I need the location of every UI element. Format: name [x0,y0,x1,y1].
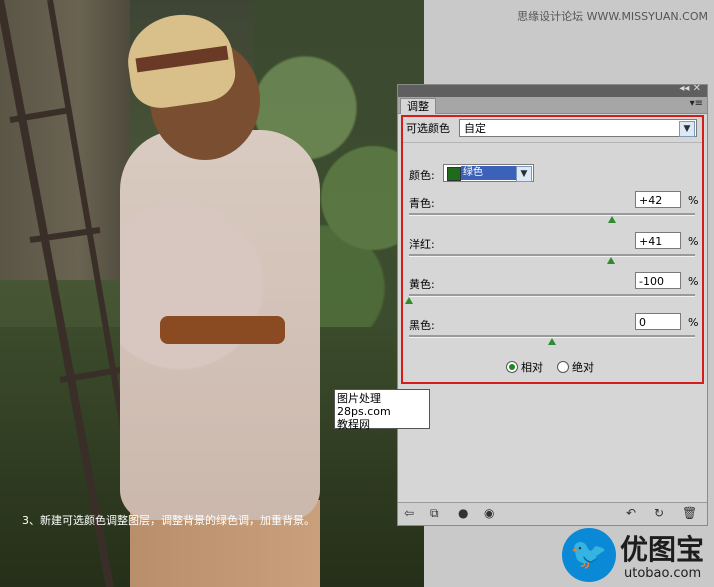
bird-logo-icon: 🐦 [562,528,616,582]
panel-window-controls[interactable]: ◂◂ ✕ [679,83,701,94]
divider [403,142,702,143]
tooltip-line: 图片处理 [337,392,381,405]
radio-selected-icon[interactable] [506,361,518,373]
preset-dropdown[interactable]: 自定 ▼ [459,119,697,137]
chevron-down-icon[interactable]: ▼ [679,121,695,137]
photo-belt [160,316,285,344]
colors-value: 绿色 [461,166,517,180]
slider-magenta: 洋红: +41 % [409,232,699,268]
radio-relative-label: 相对 [521,361,543,374]
photo-ladder [0,0,120,587]
preset-value: 自定 [464,122,486,135]
eye-icon[interactable]: ◉ [484,506,494,520]
tooltip-watermark: 图片处理 28ps.com 教程网 [334,389,430,431]
slider-track[interactable] [409,213,695,216]
selective-color-highlight: 可选颜色 自定 ▼ 颜色: 绿色 ▼ 青色: +42 % 洋红: +41 % 黄… [334,115,704,431]
radio-relative[interactable]: 相对 [506,361,543,374]
colors-label: 颜色: [409,169,435,182]
panel-titlebar: ◂◂ ✕ [398,83,707,97]
slider-knob[interactable] [606,257,615,264]
colors-dropdown[interactable]: 绿色 ▼ [443,164,534,182]
slider-label: 黄色: [409,278,435,291]
color-swatch [447,167,461,181]
slider-value-input[interactable]: -100 [635,272,681,289]
slider-black: 黑色: 0 % [409,313,699,349]
logo-text: 优图宝 [620,533,705,566]
panel-menu-icon[interactable]: ▾≡ [690,98,703,109]
logo-url: utobao.com [624,566,702,581]
radio-absolute-label: 绝对 [572,361,594,374]
tab-adjustments[interactable]: 调整 [400,98,436,114]
site-watermark: 思缘设计论坛 WWW.MISSYUAN.COM [517,10,708,23]
slider-label: 青色: [409,197,435,210]
back-arrow-icon[interactable]: ⇦ [404,506,414,520]
slider-cyan: 青色: +42 % [409,191,699,227]
percent-unit: % [688,235,699,248]
radio-unselected-icon[interactable] [557,361,569,373]
slider-value-input[interactable]: +42 [635,191,681,208]
previous-state-icon[interactable]: ↶ [626,506,636,520]
adjustments-panel: ◂◂ ✕ 调整 ▾≡ 可选颜色 自定 ▼ 颜色: 绿色 ▼ 青色: +42 % … [334,83,708,526]
background-photo: 3、新建可选颜色调整图层，调整背景的绿色调，加重背景。 [0,0,424,587]
method-radio-group: 相对 绝对 [506,359,594,375]
mode-label: 可选颜色 [406,122,450,135]
slider-knob[interactable] [405,297,413,304]
photo-caption: 3、新建可选颜色调整图层，调整背景的绿色调，加重背景。 [22,514,315,527]
percent-unit: % [688,275,699,288]
percent-unit: % [688,194,699,207]
trash-icon[interactable]: 🗑 [682,506,697,520]
tooltip-line: 教程网 [337,418,370,431]
slider-label: 黑色: [409,319,435,332]
panel-tabrow: 调整 ▾≡ [398,97,707,114]
chevron-down-icon[interactable]: ▼ [516,166,532,182]
slider-value-input[interactable]: +41 [635,232,681,249]
site-logo: 🐦 优图宝 utobao.com [562,528,712,586]
reset-icon[interactable]: ↻ [654,506,664,520]
clip-layer-icon[interactable]: ⧉ [430,506,439,521]
slider-label: 洋红: [409,238,435,251]
slider-track[interactable] [409,254,695,257]
panel-footer: ⇦ ⧉ ● ◉ ↶ ↻ 🗑 [398,502,707,525]
slider-yellow: 黄色: -100 % [405,272,699,308]
slider-knob[interactable] [548,338,556,345]
slider-value-input[interactable]: 0 [635,313,681,330]
tooltip-line: 28ps.com [337,405,391,418]
slider-knob[interactable] [608,216,617,223]
slider-track[interactable] [409,294,695,297]
percent-unit: % [688,316,699,329]
mask-icon[interactable]: ● [458,506,468,520]
radio-absolute[interactable]: 绝对 [557,361,594,374]
